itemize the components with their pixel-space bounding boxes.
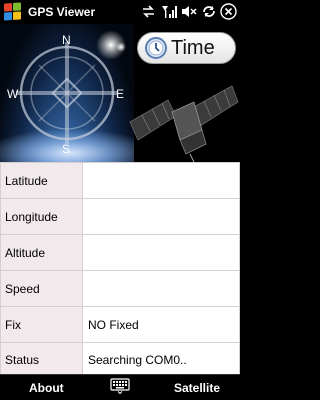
table-row: Speed — [0, 270, 240, 307]
time-button-label: Time — [171, 36, 215, 59]
table-row: Latitude — [0, 162, 240, 199]
table-row: Fix NO Fixed — [0, 306, 240, 343]
table-row: Status Searching COM0.. — [0, 342, 240, 377]
gps-data-table: Latitude Longitude Altitude Speed Fix NO… — [0, 162, 240, 377]
fix-value: NO Fixed — [82, 306, 240, 343]
status-value: Searching COM0.. — [82, 342, 240, 377]
satellite-icon — [129, 85, 239, 162]
speed-label: Speed — [0, 270, 83, 307]
compass-east-label: E — [116, 87, 125, 101]
keyboard-icon[interactable] — [110, 378, 130, 394]
table-row: Longitude — [0, 198, 240, 235]
about-softkey[interactable]: About — [29, 381, 64, 395]
time-button[interactable]: Time — [137, 32, 236, 64]
compass-south-label: S — [62, 142, 71, 156]
signal-icon[interactable] — [160, 3, 177, 20]
title-bar: GPS Viewer — [0, 0, 240, 24]
clock-icon — [145, 37, 167, 59]
longitude-label: Longitude — [0, 198, 83, 235]
compass-north-label: N — [62, 33, 71, 47]
status-icons — [140, 3, 237, 20]
volume-muted-icon[interactable] — [180, 3, 197, 20]
compass-west-label: W — [7, 87, 19, 101]
speed-value — [82, 270, 240, 307]
compass-rose-icon — [16, 42, 118, 144]
softkey-bar: About Satellite — [0, 374, 240, 400]
header-panel: N W E S Time — [0, 24, 240, 162]
compass-panel: N W E S — [0, 24, 134, 162]
status-label: Status — [0, 342, 83, 377]
app-title: GPS Viewer — [28, 5, 96, 19]
windows-start-icon[interactable] — [4, 2, 22, 21]
table-row: Altitude — [0, 234, 240, 271]
longitude-value — [82, 198, 240, 235]
fix-label: Fix — [0, 306, 83, 343]
latitude-value — [82, 162, 240, 199]
close-icon[interactable] — [220, 3, 237, 20]
altitude-value — [82, 234, 240, 271]
altitude-label: Altitude — [0, 234, 83, 271]
sync-icon[interactable] — [200, 3, 217, 20]
satellite-softkey[interactable]: Satellite — [174, 381, 220, 395]
data-transfer-icon[interactable] — [140, 3, 157, 20]
latitude-label: Latitude — [0, 162, 83, 199]
